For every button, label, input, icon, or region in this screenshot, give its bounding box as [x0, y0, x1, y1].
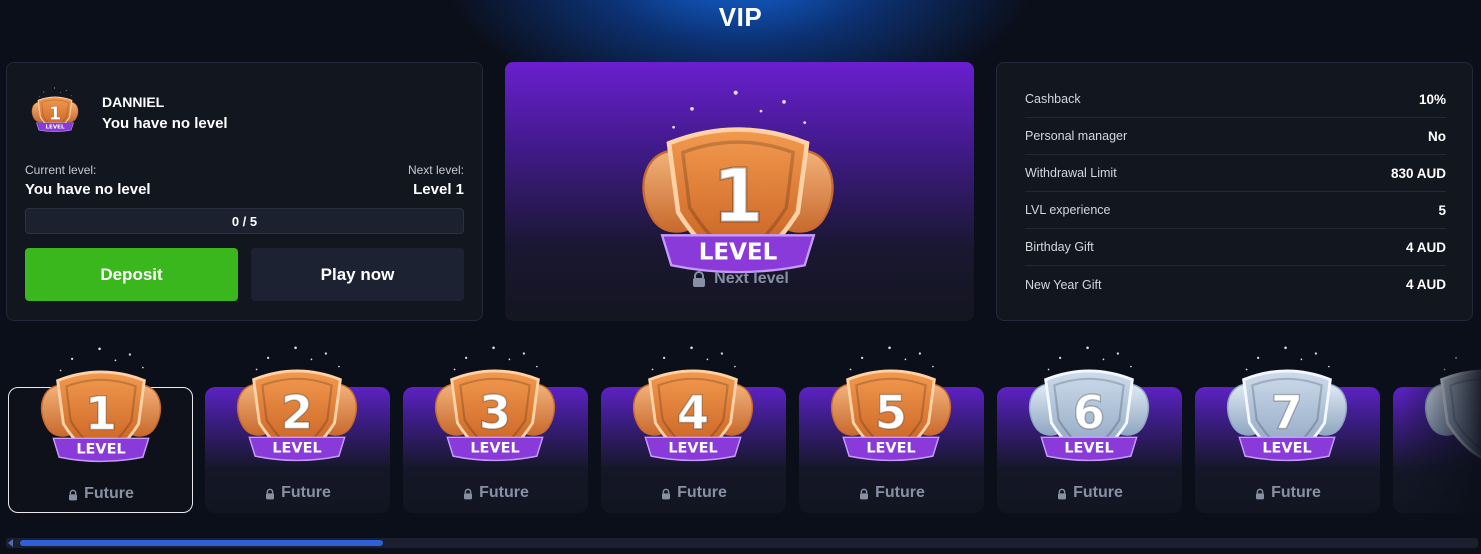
level-status: Future: [799, 484, 984, 502]
level-status-text: Future: [875, 484, 925, 501]
level-badge-icon: 2 LEVEL: [222, 342, 372, 472]
svg-text:LEVEL: LEVEL: [45, 125, 65, 131]
level-status-text: Future: [281, 484, 331, 501]
level-card-4[interactable]: 4 LEVEL Future: [601, 346, 786, 513]
level-status-text: Future: [479, 484, 529, 501]
svg-text:3: 3: [479, 386, 511, 440]
svg-text:4: 4: [677, 386, 709, 440]
svg-text:1: 1: [85, 387, 117, 441]
benefit-label: New Year Gift: [1025, 277, 1102, 292]
level-status: Future: [9, 485, 192, 503]
level-benefits-card: Cashback 10% Personal manager No Withdrawa…: [996, 62, 1473, 321]
next-level-value: Level 1: [413, 181, 464, 198]
lock-icon: [858, 487, 870, 500]
lock-icon: [660, 487, 672, 500]
level-status: Future: [403, 484, 588, 502]
benefit-label: Birthday Gift: [1025, 240, 1094, 254]
svg-text:7: 7: [1271, 386, 1303, 440]
benefit-row: Personal manager No: [1025, 118, 1446, 155]
benefit-label: LVL experience: [1025, 203, 1111, 217]
benefit-row: LVL experience 5: [1025, 192, 1446, 229]
level-status-text: Future: [1073, 484, 1123, 501]
level-status: Future: [205, 484, 390, 502]
user-level-card: 1 LEVEL DANNIEL You have no level Curren…: [6, 62, 483, 321]
user-level-badge-icon: 1 LEVEL: [27, 83, 83, 139]
benefit-value: 830 AUD: [1390, 165, 1446, 181]
svg-text:LEVEL: LEVEL: [1262, 441, 1311, 457]
featured-level-card: 1 LEVEL Next level: [505, 62, 974, 321]
featured-level-badge-icon: 1 LEVEL: [623, 82, 853, 292]
svg-text:LEVEL: LEVEL: [668, 441, 717, 457]
svg-text:6: 6: [1073, 386, 1105, 440]
level-progress-text: 0 / 5: [231, 213, 258, 229]
carousel-scrollbar[interactable]: [6, 538, 1478, 548]
featured-level-status-text: Next level: [714, 270, 789, 287]
lock-icon: [67, 488, 79, 501]
featured-level-status: Next level: [505, 270, 974, 288]
benefit-row: Withdrawal Limit 830 AUD: [1025, 155, 1446, 192]
benefit-row: Birthday Gift 4 AUD: [1025, 229, 1446, 266]
svg-text:2: 2: [281, 386, 313, 440]
svg-text:LEVEL: LEVEL: [866, 441, 915, 457]
benefit-value: 5: [1438, 202, 1446, 218]
level-status: Future: [601, 484, 786, 502]
level-badge-icon: 1 LEVEL: [26, 343, 176, 473]
level-status-text: Future: [1271, 484, 1321, 501]
carousel-edge-fade: [1401, 335, 1481, 525]
deposit-button[interactable]: Deposit: [25, 248, 238, 301]
benefit-value: 10%: [1418, 91, 1446, 107]
level-badge-icon: 4 LEVEL: [618, 342, 768, 472]
lock-icon: [1254, 487, 1266, 500]
benefit-value: 4 AUD: [1405, 277, 1446, 292]
level-card-2[interactable]: 2 LEVEL Future: [205, 346, 390, 513]
svg-text:1: 1: [49, 103, 61, 124]
level-badge-icon: 3 LEVEL: [420, 342, 570, 472]
benefit-value: No: [1428, 128, 1446, 144]
current-level-label: Current level:: [25, 163, 97, 177]
benefit-row: New Year Gift 4 AUD: [1025, 266, 1446, 303]
level-card-5[interactable]: 5 LEVEL Future: [799, 346, 984, 513]
lock-icon: [1056, 487, 1068, 500]
lock-icon: [462, 487, 474, 500]
level-carousel[interactable]: 1 LEVEL Future 2 LEVEL Future 3 LEVEL Fu…: [0, 335, 1481, 525]
level-card-7[interactable]: 7 LEVEL Future: [1195, 346, 1380, 513]
level-card-1[interactable]: 1 LEVEL Future: [8, 347, 193, 513]
level-status-text: Future: [84, 485, 134, 502]
level-status: Future: [997, 484, 1182, 502]
svg-text:LEVEL: LEVEL: [76, 442, 125, 458]
benefit-label: Personal manager: [1025, 129, 1128, 143]
svg-text:LEVEL: LEVEL: [699, 239, 778, 265]
benefit-value: 4 AUD: [1405, 239, 1446, 255]
play-now-button[interactable]: Play now: [251, 248, 464, 301]
benefit-row: Cashback 10%: [1025, 81, 1446, 118]
level-badge-icon: 5 LEVEL: [816, 342, 966, 472]
level-badge-icon: 6 LEVEL: [1014, 342, 1164, 472]
lock-icon: [264, 487, 276, 500]
lock-icon: [690, 270, 708, 288]
level-card-3[interactable]: 3 LEVEL Future: [403, 346, 588, 513]
next-level-label: Next level:: [407, 163, 464, 177]
svg-text:LEVEL: LEVEL: [470, 441, 519, 457]
level-status: Future: [1195, 484, 1380, 502]
benefit-label: Withdrawal Limit: [1025, 166, 1117, 180]
level-status-text: Future: [677, 484, 727, 501]
level-badge-icon: 7 LEVEL: [1212, 342, 1362, 472]
level-progress-bar: 0 / 5: [25, 208, 464, 234]
benefit-label: Cashback: [1025, 92, 1081, 106]
current-level-value: You have no level: [25, 181, 151, 198]
page-title: VIP: [718, 2, 763, 32]
user-level-status: You have no level: [102, 115, 228, 132]
scrollbar-thumb[interactable]: [20, 540, 383, 546]
username: DANNIEL: [102, 94, 165, 110]
svg-text:5: 5: [875, 386, 907, 440]
svg-text:1: 1: [712, 155, 763, 240]
svg-text:LEVEL: LEVEL: [272, 441, 321, 457]
scroll-left-arrow-icon[interactable]: [8, 539, 13, 547]
level-card-6[interactable]: 6 LEVEL Future: [997, 346, 1182, 513]
svg-text:LEVEL: LEVEL: [1064, 441, 1113, 457]
